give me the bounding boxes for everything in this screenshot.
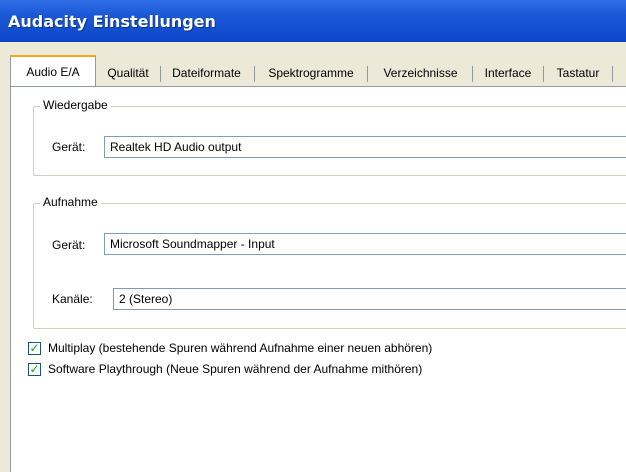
recording-legend: Aufnahme: [40, 195, 101, 209]
recording-group: Aufnahme Gerät: Microsoft Soundmapper - …: [33, 195, 626, 329]
playback-group: Wiedergabe Gerät: Realtek HD Audio outpu…: [33, 98, 626, 176]
window-titlebar[interactable]: Audacity Einstellungen: [0, 0, 626, 42]
multiplay-label: Multiplay (bestehende Spuren während Auf…: [48, 341, 433, 355]
tab-quality[interactable]: Qualität: [99, 60, 157, 86]
multiplay-checkbox[interactable]: ✓: [28, 342, 41, 355]
software-playthrough-label: Software Playthrough (Neue Spuren währen…: [48, 362, 423, 376]
tab-audio-io[interactable]: Audio E/A: [10, 55, 96, 86]
tab-file-formats[interactable]: Dateiformate: [163, 60, 250, 86]
tab-directories[interactable]: Verzeichnisse: [371, 60, 470, 86]
tab-spectrograms[interactable]: Spektrogramme: [258, 60, 364, 86]
settings-panel: Wiedergabe Gerät: Realtek HD Audio outpu…: [10, 86, 626, 472]
playback-device-select[interactable]: Realtek HD Audio output: [104, 136, 626, 158]
channels-select[interactable]: 2 (Stereo): [113, 288, 626, 310]
window-title: Audacity Einstellungen: [8, 12, 216, 31]
tab-keyboard[interactable]: Tastatur: [547, 60, 609, 86]
playback-legend: Wiedergabe: [40, 98, 111, 112]
tab-separator: [612, 66, 613, 82]
tab-interface[interactable]: Interface: [476, 60, 540, 86]
tab-strip: Audio E/A Qualität Dateiformate Spektrog…: [10, 54, 626, 86]
tab-separator: [472, 66, 473, 82]
channels-label: Kanäle:: [52, 292, 93, 306]
software-playthrough-checkbox[interactable]: ✓: [28, 363, 41, 376]
tab-separator: [543, 66, 544, 82]
tab-separator: [367, 66, 368, 82]
tab-separator: [160, 66, 161, 82]
playback-device-label: Gerät:: [52, 140, 86, 154]
tab-separator: [254, 66, 255, 82]
recording-device-select[interactable]: Microsoft Soundmapper - Input: [104, 233, 626, 255]
recording-device-label: Gerät:: [52, 238, 86, 252]
